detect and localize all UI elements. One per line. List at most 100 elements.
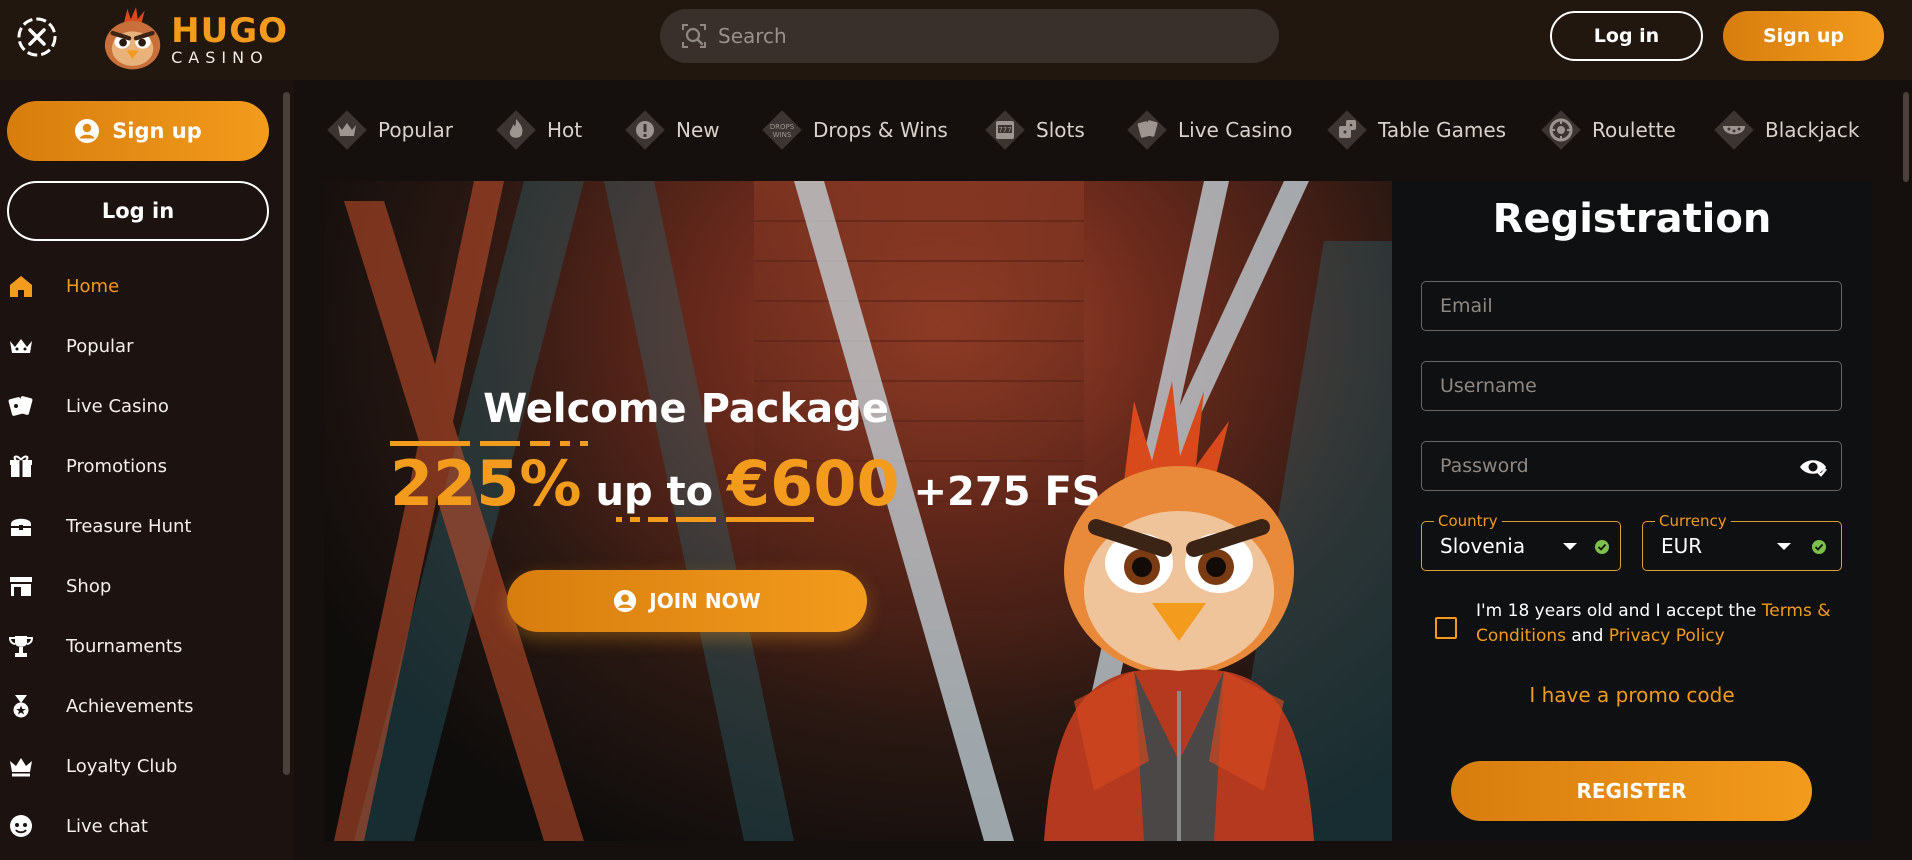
category-hot[interactable]: Hot: [495, 106, 582, 154]
email-field[interactable]: [1421, 281, 1842, 331]
category-blackjack[interactable]: Blackjack: [1713, 106, 1860, 154]
decor-dashes: [616, 517, 814, 522]
sidebar-item-promotions[interactable]: Promotions: [0, 446, 280, 486]
category-popular[interactable]: Popular: [326, 106, 453, 154]
category-roulette[interactable]: Roulette: [1540, 106, 1676, 154]
sidebar-item-label: Promotions: [66, 455, 167, 477]
registration-panel: Registration Country Slovenia Currency E…: [1392, 181, 1872, 841]
terms-and: and: [1565, 626, 1609, 646]
category-label: Slots: [1036, 118, 1085, 142]
top-bar: HUGO CASINO Log in Sign up: [0, 0, 1912, 80]
bonus-up-to: up to: [581, 469, 728, 515]
home-icon: [10, 276, 32, 297]
cards-icon: [1127, 110, 1167, 150]
exclamation-icon: [625, 110, 665, 150]
category-label: Popular: [378, 118, 453, 142]
sidebar-item-shop[interactable]: Shop: [0, 566, 280, 606]
currency-label: Currency: [1655, 512, 1731, 530]
mascot-bird-illustration: [1044, 381, 1314, 841]
cards-icon: [8, 396, 33, 416]
treasure-chest-icon: [11, 518, 31, 536]
terms-prefix: I'm 18 years old and I accept the: [1476, 601, 1762, 621]
crown-diamond-icon: [327, 110, 367, 150]
age-terms-checkbox[interactable]: [1435, 617, 1457, 639]
currency-select[interactable]: Currency EUR: [1642, 512, 1842, 571]
sidebar-scrollbar[interactable]: [283, 92, 290, 775]
sidebar-signup-label: Sign up: [112, 119, 202, 143]
header-signup-button[interactable]: Sign up: [1723, 11, 1884, 61]
sidebar-item-label: Shop: [66, 575, 112, 597]
category-drops-wins[interactable]: DROPS WINS Drops & Wins: [761, 106, 948, 154]
blackjack-table-icon: [1714, 110, 1754, 150]
bonus-percent: 225%: [390, 447, 582, 520]
sidebar-item-live-chat[interactable]: Live chat: [0, 806, 280, 846]
join-now-button[interactable]: JOIN NOW: [507, 570, 867, 632]
chevron-down-icon: [1777, 543, 1791, 550]
slot-machine-icon: 777: [985, 110, 1025, 150]
currency-value: EUR: [1661, 534, 1703, 558]
gift-icon: [10, 455, 32, 477]
hero-banner[interactable]: Welcome Package 225% up to €600 +275 FS …: [324, 181, 1392, 841]
svg-text:DROPS: DROPS: [770, 123, 795, 131]
category-label: Roulette: [1592, 118, 1676, 142]
sidebar-item-tournaments[interactable]: Tournaments: [0, 626, 280, 666]
search-bar[interactable]: [660, 9, 1279, 63]
search-input[interactable]: [718, 24, 1258, 48]
sidebar-item-label: Popular: [66, 335, 134, 357]
sidebar-item-label: Loyalty Club: [66, 755, 178, 777]
sidebar-item-label: Tournaments: [66, 635, 183, 657]
sidebar-signup-button[interactable]: Sign up: [7, 101, 269, 161]
bonus-amount: €600: [727, 447, 900, 520]
hero-title: Welcome Package: [483, 386, 889, 432]
dice-icon: [1327, 110, 1367, 150]
country-select[interactable]: Country Slovenia: [1421, 512, 1621, 571]
category-label: Drops & Wins: [813, 118, 948, 142]
sidebar-item-live-casino[interactable]: Live Casino: [0, 386, 280, 426]
password-field[interactable]: [1421, 441, 1842, 491]
sidebar-item-label: Achievements: [66, 695, 194, 717]
logo[interactable]: HUGO CASINO: [98, 2, 288, 78]
check-circle-icon: [1595, 540, 1609, 554]
category-new[interactable]: New: [624, 106, 720, 154]
terms-text: I'm 18 years old and I accept the Terms …: [1476, 599, 1846, 649]
promo-code-link[interactable]: I have a promo code: [1392, 683, 1872, 707]
user-icon: [614, 589, 637, 613]
roulette-icon: [1541, 110, 1581, 150]
privacy-policy-link[interactable]: Privacy Policy: [1609, 626, 1725, 646]
category-slots[interactable]: 777 Slots: [984, 106, 1085, 154]
medal-icon: [13, 695, 29, 718]
drops-wins-icon: DROPSWINS: [762, 110, 802, 150]
sidebar-item-treasure-hunt[interactable]: Treasure Hunt: [0, 506, 280, 546]
flame-icon: [496, 110, 536, 150]
crown-icon: [10, 339, 32, 353]
header-login-button[interactable]: Log in: [1550, 11, 1703, 61]
logo-subtitle: CASINO: [171, 48, 269, 67]
category-label: New: [676, 118, 720, 142]
shop-icon: [10, 577, 32, 596]
close-icon[interactable]: [16, 16, 58, 58]
category-table-games[interactable]: Table Games: [1326, 106, 1506, 154]
category-live-casino[interactable]: Live Casino: [1126, 106, 1292, 154]
join-now-label: JOIN NOW: [649, 589, 761, 613]
sidebar-item-popular[interactable]: Popular: [0, 326, 280, 366]
username-field[interactable]: [1421, 361, 1842, 411]
sidebar-login-button[interactable]: Log in: [7, 181, 269, 241]
sidebar-item-label: Home: [66, 275, 120, 297]
svg-text:WINS: WINS: [773, 131, 792, 139]
sidebar-item-loyalty-club[interactable]: Loyalty Club: [0, 746, 280, 786]
category-label: Blackjack: [1765, 118, 1860, 142]
show-password-icon[interactable]: [1798, 455, 1828, 479]
page-scrollbar[interactable]: [1903, 92, 1909, 182]
svg-text:777: 777: [998, 126, 1011, 134]
sidebar-item-label: Treasure Hunt: [66, 515, 192, 537]
category-label: Live Casino: [1178, 118, 1293, 142]
crown-icon: [10, 758, 32, 777]
country-value: Slovenia: [1440, 534, 1526, 558]
register-button[interactable]: REGISTER: [1451, 761, 1812, 821]
trophy-icon: [8, 636, 34, 657]
check-circle-icon: [1812, 540, 1826, 554]
sidebar-item-achievements[interactable]: Achievements: [0, 686, 280, 726]
search-icon: [682, 24, 706, 48]
user-icon: [75, 119, 100, 143]
sidebar-item-home[interactable]: Home: [0, 266, 280, 306]
